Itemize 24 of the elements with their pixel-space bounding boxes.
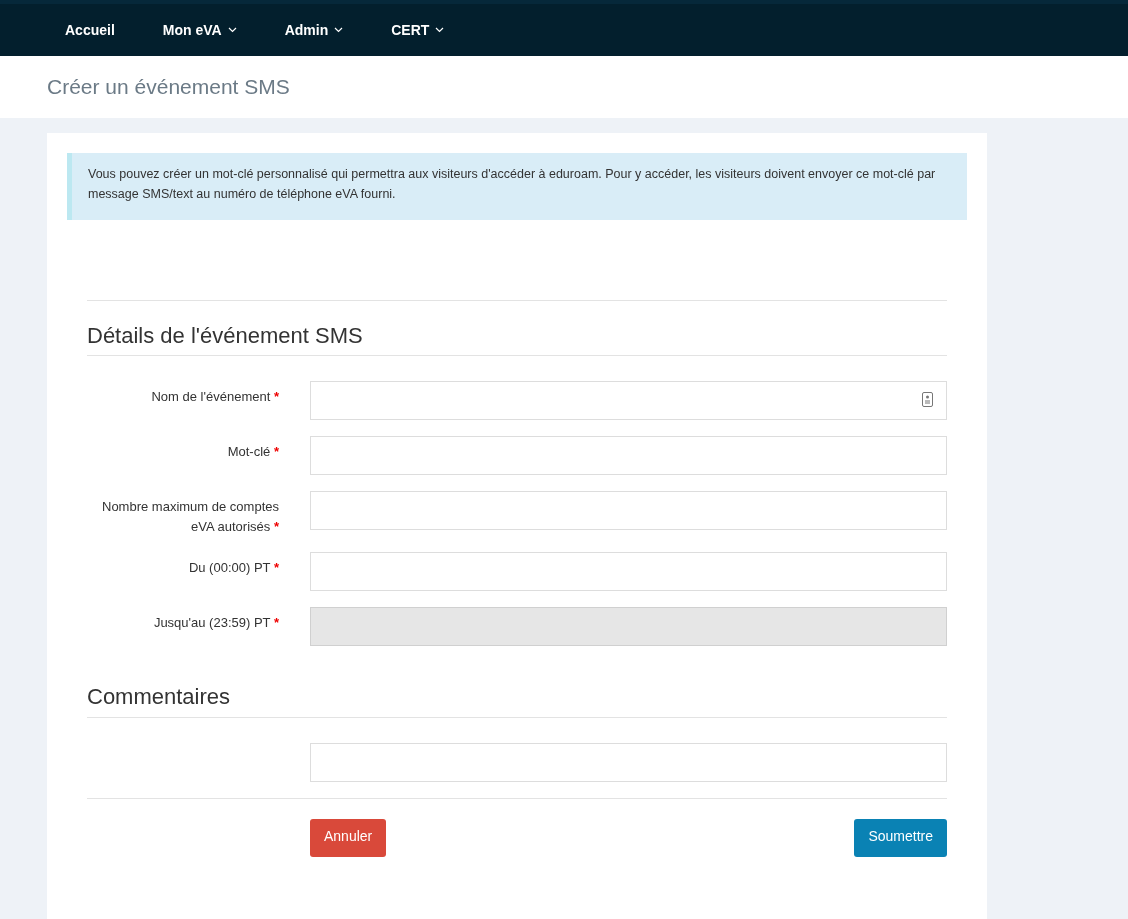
caret-icon [435,27,445,33]
field-label: Nombre maximum de comptes eVA autorisés * [101,498,280,536]
nav-dropdown[interactable]: CERT [376,19,460,41]
input-field[interactable] [310,742,947,782]
section-heading: Commentaires [87,662,947,718]
input-field[interactable] [310,552,947,592]
nav-dropdown[interactable]: Admin [269,19,359,41]
field-label: Jusqu'au (23:59) PT * [152,614,280,633]
cancel-button[interactable]: Annuler [310,818,387,857]
field-label: Du (00:00) PT * [187,559,280,578]
input-field[interactable] [310,381,947,421]
caret-icon [227,27,237,33]
info-alert: Vous pouvez créer un mot-clé personnalisé qui permettra aux visiteurs d'accéder à eduroam. Pour y accéder, les visiteurs doivent envoyer ce mot-clé par message SMS/text au numéro de téléphone eVA fourni. [67,153,967,220]
nav-link[interactable]: Accueil [50,19,130,41]
input-field[interactable] [310,491,947,531]
page-title: Créer un événement SMS [47,74,290,100]
contact-card-icon[interactable] [922,392,933,408]
input-field[interactable] [310,436,947,476]
field-label: Mot-clé * [226,443,280,462]
section-heading: Détails de l'événement SMS [87,301,947,357]
caret-icon [334,27,344,33]
submit-button[interactable]: Soumettre [854,818,947,857]
nav-dropdown[interactable]: Mon eVA [147,19,252,41]
field-label: Nom de l'événement * [150,388,280,407]
